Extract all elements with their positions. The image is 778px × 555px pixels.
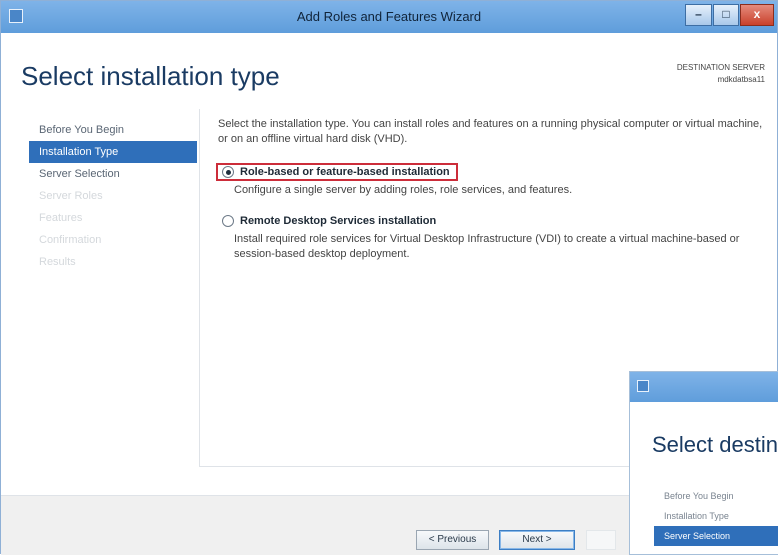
remote-desktop-description: Install required role services for Virtu…: [234, 233, 740, 260]
wizard-step-nav: Before You Begin Installation Type Serve…: [29, 119, 197, 273]
destination-server-name: mdkdatbsa11: [717, 75, 765, 84]
sub-title-bar[interactable]: [630, 372, 778, 402]
nav-item-server-roles: Server Roles: [39, 190, 103, 202]
role-based-description: Configure a single server by adding role…: [234, 184, 573, 196]
sub-page-title: Select destina: [652, 432, 778, 457]
remote-desktop-radio[interactable]: [222, 215, 234, 227]
maximize-button[interactable]: □: [713, 4, 739, 26]
nav-item-installation-type[interactable]: Installation Type: [29, 141, 197, 163]
selection-highlight-box: Role-based or feature-based installation: [216, 163, 458, 181]
role-based-radio[interactable]: [222, 166, 234, 178]
role-based-label[interactable]: Role-based or feature-based installation: [240, 166, 450, 178]
destination-server-label: DESTINATION SERVER: [676, 63, 765, 72]
page-title: Select installation type: [21, 61, 280, 91]
nav-item-before-you-begin[interactable]: Before You Begin: [29, 119, 197, 141]
sub-step-nav: Before You Begin Installation Type Serve…: [654, 486, 778, 546]
sub-nav-item-before-you-begin[interactable]: Before You Begin: [654, 486, 778, 506]
nav-item-results: Results: [39, 256, 76, 268]
sub-nav-item-server-selection[interactable]: Server Selection: [654, 526, 778, 546]
install-button-partial: [586, 530, 616, 550]
nav-item-features: Features: [39, 212, 83, 224]
title-bar[interactable]: Add Roles and Features Wizard – □ x: [1, 1, 777, 33]
window-title: Add Roles and Features Wizard: [296, 9, 482, 24]
wizard-window: Add Roles and Features Wizard – □ x Sele…: [0, 0, 778, 555]
option-remote-desktop[interactable]: Remote Desktop Services installation Ins…: [216, 212, 776, 262]
overlapping-wizard-window[interactable]: Select destina Before You Begin Installa…: [629, 371, 778, 555]
radio-selected-dot: [225, 169, 231, 175]
remote-desktop-label[interactable]: Remote Desktop Services installation: [240, 215, 436, 227]
option-role-based[interactable]: Role-based or feature-based installation…: [216, 163, 776, 198]
installation-type-description: Select the installation type. You can in…: [218, 118, 763, 145]
previous-button[interactable]: < Previous: [416, 530, 489, 550]
nav-item-confirmation: Confirmation: [39, 234, 102, 246]
sub-nav-item-installation-type[interactable]: Installation Type: [654, 506, 778, 526]
nav-item-server-selection[interactable]: Server Selection: [29, 163, 197, 185]
next-button[interactable]: Next >: [499, 530, 575, 550]
minimize-button[interactable]: –: [685, 4, 712, 26]
close-button[interactable]: x: [740, 4, 774, 26]
sub-window-icon: [637, 380, 649, 392]
